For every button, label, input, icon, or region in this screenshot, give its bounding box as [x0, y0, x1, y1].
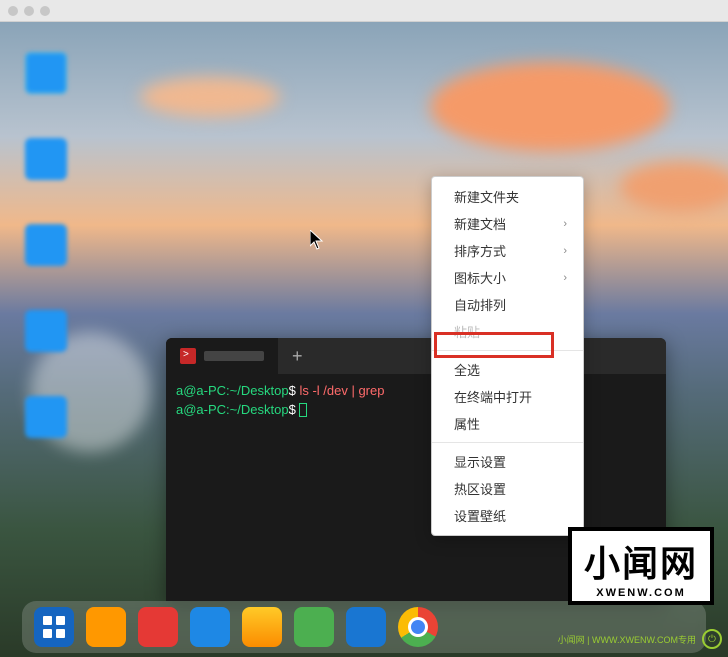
terminal-user-host: a@a-PC	[176, 402, 226, 417]
menu-item-hot-corners[interactable]: 热区设置	[432, 475, 583, 502]
desktop-icons-column	[25, 52, 67, 438]
dock-app-icon[interactable]	[242, 607, 282, 647]
menu-item-open-in-terminal[interactable]: 在终端中打开	[432, 383, 583, 410]
desktop-icon[interactable]	[25, 396, 67, 438]
menu-item-icon-size[interactable]: 图标大小›	[432, 264, 583, 291]
terminal-icon	[180, 348, 196, 364]
terminal-tab-title	[204, 351, 264, 361]
terminal-cwd: ~/Desktop	[230, 383, 289, 398]
menu-item-select-all[interactable]: 全选	[432, 356, 583, 383]
menu-item-properties[interactable]: 属性	[432, 410, 583, 437]
dock-app-icon[interactable]	[294, 607, 334, 647]
power-icon[interactable]: ⏻	[702, 629, 722, 649]
window-titlebar	[0, 0, 728, 22]
system-tray: 小闻网 | WWW.XWENW.COM专用 ⏻	[558, 629, 722, 649]
traffic-light-max[interactable]	[40, 6, 50, 16]
terminal-cursor	[299, 403, 307, 417]
desktop-icon[interactable]	[25, 52, 67, 94]
menu-separator	[432, 442, 583, 443]
dock-file-manager-icon[interactable]	[86, 607, 126, 647]
menu-item-paste: 粘贴	[432, 318, 583, 345]
tray-text: 小闻网 | WWW.XWENW.COM专用	[558, 633, 696, 646]
wallpaper-cloud	[620, 162, 728, 212]
terminal-tabbar: +	[166, 338, 666, 374]
dock-app-icon[interactable]	[190, 607, 230, 647]
desktop[interactable]: + a@a-PC:~/Desktop$ ls -l /dev | grep a@…	[0, 22, 728, 657]
watermark: 小闻网 XWENW.COM	[568, 527, 714, 605]
watermark-url: XWENW.COM	[584, 587, 698, 599]
desktop-icon[interactable]	[25, 224, 67, 266]
watermark-title: 小闻网	[584, 535, 698, 587]
desktop-icon[interactable]	[25, 310, 67, 352]
mouse-cursor-icon	[310, 230, 324, 250]
wallpaper-cloud	[140, 77, 280, 117]
chevron-right-icon: ›	[563, 218, 567, 230]
dock-app-icon[interactable]	[138, 607, 178, 647]
terminal-line: a@a-PC:~/Desktop$ ls -l /dev | grep	[176, 382, 656, 401]
menu-item-auto-arrange[interactable]: 自动排列	[432, 291, 583, 318]
dock-app-icon[interactable]	[346, 607, 386, 647]
menu-item-new-folder[interactable]: 新建文件夹	[432, 183, 583, 210]
terminal-command: ls -l /dev | grep	[299, 383, 384, 398]
chevron-right-icon: ›	[563, 245, 567, 257]
menu-item-sort-by[interactable]: 排序方式›	[432, 237, 583, 264]
menu-item-new-document[interactable]: 新建文档›	[432, 210, 583, 237]
menu-item-set-wallpaper[interactable]: 设置壁纸	[432, 502, 583, 529]
traffic-light-close[interactable]	[8, 6, 18, 16]
menu-item-display-settings[interactable]: 显示设置	[432, 448, 583, 475]
traffic-light-min[interactable]	[24, 6, 34, 16]
dock-chrome-icon[interactable]	[398, 607, 438, 647]
terminal-body[interactable]: a@a-PC:~/Desktop$ ls -l /dev | grep a@a-…	[166, 374, 666, 428]
desktop-icon[interactable]	[25, 138, 67, 180]
menu-separator	[432, 350, 583, 351]
desktop-context-menu: 新建文件夹 新建文档› 排序方式› 图标大小› 自动排列 粘贴 全选 在终端中打…	[431, 176, 584, 536]
terminal-tab[interactable]	[166, 338, 278, 374]
terminal-line: a@a-PC:~/Desktop$	[176, 401, 656, 420]
terminal-new-tab-button[interactable]: +	[278, 346, 317, 367]
terminal-user-host: a@a-PC	[176, 383, 226, 398]
chevron-right-icon: ›	[563, 272, 567, 284]
dock-launcher-icon[interactable]	[34, 607, 74, 647]
wallpaper-cloud	[430, 62, 670, 152]
terminal-cwd: ~/Desktop	[230, 402, 289, 417]
